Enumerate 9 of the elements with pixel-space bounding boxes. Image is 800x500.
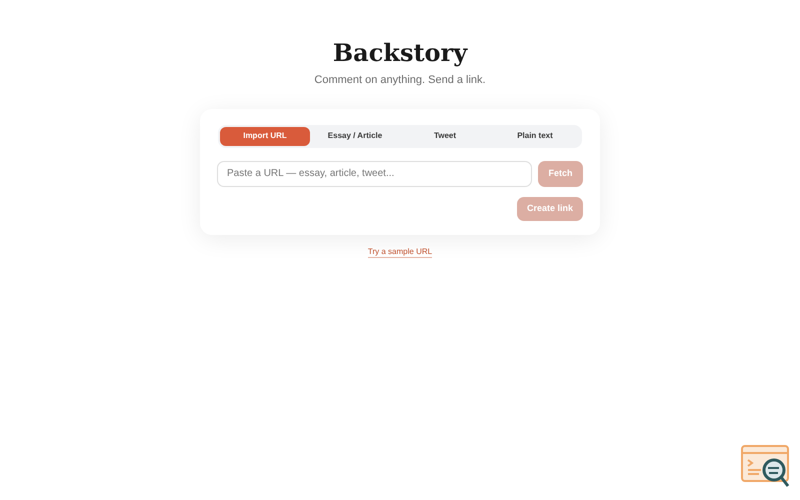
page-search-icon[interactable] (741, 445, 791, 489)
url-input-field[interactable]: Paste a URL — essay, article, tweet... (217, 160, 532, 186)
app-title: Backstory (332, 38, 468, 68)
tab[interactable]: Plain text (490, 126, 580, 146)
tagline: Comment on anything. Send a link. (314, 73, 486, 88)
sample-url-link[interactable]: Try a sample URL (368, 246, 432, 258)
tab[interactable]: Essay / Article (310, 126, 400, 146)
tab[interactable]: Import URL (220, 126, 310, 146)
tab[interactable]: Tweet (400, 126, 490, 146)
